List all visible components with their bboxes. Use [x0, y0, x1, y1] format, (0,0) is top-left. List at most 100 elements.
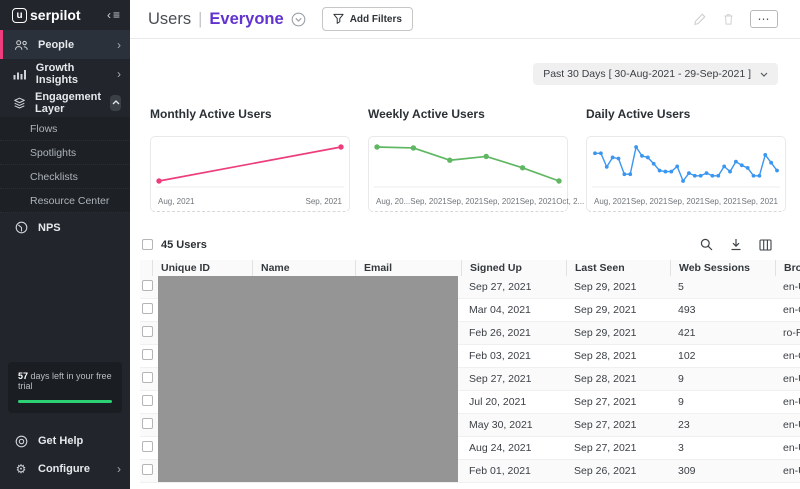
- sidebar-item-configure[interactable]: ⚙ Configure ›: [0, 455, 130, 483]
- row-checkbox[interactable]: [142, 418, 153, 429]
- last-seen-cell: Sep 27, 2021: [566, 419, 670, 431]
- web-sessions-cell: 3: [670, 442, 775, 454]
- columns-icon[interactable]: [759, 239, 772, 251]
- table-row[interactable]: [140, 483, 800, 489]
- last-seen-cell: Sep 27, 2021: [566, 396, 670, 408]
- page-title: Users | Everyone: [148, 10, 306, 29]
- signed-up-cell: Mar 04, 2021: [461, 304, 566, 316]
- title-separator: |: [198, 10, 202, 29]
- chart-title: Daily Active Users: [586, 107, 786, 121]
- users-count: 45 Users: [161, 239, 207, 251]
- sidebar-spacer: [0, 242, 130, 362]
- row-checkbox[interactable]: [142, 326, 153, 337]
- add-filters-button[interactable]: Add Filters: [322, 7, 413, 31]
- delete-trash-icon[interactable]: [722, 12, 735, 26]
- row-checkbox-cell: [140, 280, 152, 294]
- column-header-last-seen[interactable]: Last Seen: [566, 260, 670, 276]
- weekly-active-users-chart: Weekly Active Users Aug, 20...Sep, 2021S…: [368, 107, 568, 212]
- x-axis-label: Oct, 2...: [556, 197, 584, 206]
- checkbox-column-header: [140, 260, 152, 276]
- sidebar-item-nps[interactable]: NPS: [0, 213, 130, 242]
- sidebar-item-flows[interactable]: Flows: [0, 117, 130, 141]
- add-filters-label: Add Filters: [350, 14, 402, 25]
- edit-pencil-icon[interactable]: [693, 12, 707, 26]
- sidebar-item-engagement-layer[interactable]: Engagement Layer: [0, 88, 130, 117]
- sidebar-subitem-label: Spotlights: [30, 147, 76, 159]
- hamburger-menu-icon: ≡: [113, 8, 120, 22]
- last-seen-cell: Sep 26, 2021: [566, 465, 670, 477]
- layers-icon: [13, 97, 26, 109]
- sidebar-item-spotlights[interactable]: Spotlights: [0, 141, 130, 165]
- x-axis-labels: Aug, 20...Sep, 2021Sep, 2021Sep, 2021Sep…: [376, 197, 560, 206]
- row-checkbox-cell: [140, 303, 152, 317]
- browser-language-cell: en-US: [775, 373, 800, 385]
- signed-up-cell: Sep 27, 2021: [461, 281, 566, 293]
- more-options-button[interactable]: ⋯: [750, 10, 778, 28]
- x-axis-label: Sep, 2021: [447, 197, 483, 206]
- sidebar-item-label: Configure: [38, 463, 90, 475]
- sidebar-item-people[interactable]: People ›: [0, 30, 130, 59]
- sidebar-item-label: Engagement Layer: [35, 91, 101, 115]
- sidebar-item-label: NPS: [38, 222, 61, 234]
- segment-selector-label[interactable]: Everyone: [209, 10, 283, 29]
- sidebar-collapse-button[interactable]: ‹ ≡: [107, 8, 120, 22]
- last-seen-cell: Sep 29, 2021: [566, 281, 670, 293]
- gear-icon: ⚙: [13, 463, 29, 475]
- row-checkbox[interactable]: [142, 372, 153, 383]
- search-icon[interactable]: [700, 238, 713, 251]
- x-axis-label: Sep, 2021: [483, 197, 519, 206]
- topbar: Users | Everyone Add Filters ⋯: [130, 0, 800, 39]
- daily-active-users-chart: Daily Active Users Aug, 2021Sep, 2021Sep…: [586, 107, 786, 212]
- collapse-section-button[interactable]: [110, 95, 121, 111]
- gauge-icon: [13, 221, 29, 234]
- web-sessions-cell: 9: [670, 373, 775, 385]
- row-checkbox[interactable]: [142, 280, 153, 291]
- x-axis-label: Sep, 2021: [742, 197, 778, 206]
- column-header-unique-id[interactable]: Unique ID: [152, 260, 252, 276]
- column-header-name[interactable]: Name: [252, 260, 355, 276]
- select-all-checkbox[interactable]: [142, 239, 153, 250]
- signed-up-cell: Feb 26, 2021: [461, 327, 566, 339]
- web-sessions-cell: 9: [670, 396, 775, 408]
- signed-up-cell: Feb 03, 2021: [461, 350, 566, 362]
- logo-text: serpilot: [30, 7, 81, 23]
- row-checkbox-cell: [140, 464, 152, 478]
- sidebar-item-get-help[interactable]: Get Help: [0, 427, 130, 455]
- last-seen-cell: Sep 28, 2021: [566, 350, 670, 362]
- date-filter-row: Past 30 Days [ 30-Aug-2021 - 29-Sep-2021…: [130, 63, 778, 85]
- x-axis-label: Sep, 2021: [668, 197, 704, 206]
- download-icon[interactable]: [730, 238, 742, 251]
- web-sessions-cell: 5: [670, 281, 775, 293]
- last-seen-cell: Sep 29, 2021: [566, 327, 670, 339]
- chevron-down-icon: [760, 72, 768, 77]
- people-icon: [13, 39, 29, 51]
- web-sessions-cell: 309: [670, 465, 775, 477]
- line-chart-canvas: [152, 137, 348, 191]
- column-header-signed-up[interactable]: Signed Up: [461, 260, 566, 276]
- browser-language-cell: en-GB: [775, 304, 800, 316]
- segment-dropdown-icon[interactable]: [291, 12, 306, 27]
- row-checkbox-cell: [140, 326, 152, 340]
- row-checkbox[interactable]: [142, 441, 153, 452]
- help-buoy-icon: [13, 435, 29, 448]
- row-checkbox-cell: [140, 349, 152, 363]
- row-checkbox[interactable]: [142, 464, 153, 475]
- sidebar-subitem-label: Resource Center: [30, 195, 109, 207]
- x-axis-label: Sep, 2021: [410, 197, 446, 206]
- row-checkbox[interactable]: [142, 395, 153, 406]
- column-header-browser-language[interactable]: Browser Language: [775, 260, 800, 276]
- column-header-web-sessions[interactable]: Web Sessions: [670, 260, 775, 276]
- signed-up-cell: Jul 20, 2021: [461, 396, 566, 408]
- row-checkbox[interactable]: [142, 349, 153, 360]
- date-range-dropdown[interactable]: Past 30 Days [ 30-Aug-2021 - 29-Sep-2021…: [533, 63, 778, 85]
- sidebar-item-growth-insights[interactable]: Growth Insights ›: [0, 59, 130, 88]
- row-checkbox-cell: [140, 372, 152, 386]
- x-axis-label: Aug, 20...: [376, 197, 410, 206]
- column-header-email[interactable]: Email: [355, 260, 461, 276]
- browser-language-cell: ro-RO: [775, 327, 800, 339]
- x-axis-labels: Aug, 2021Sep, 2021Sep, 2021Sep, 2021Sep,…: [594, 197, 778, 206]
- web-sessions-cell: 493: [670, 304, 775, 316]
- row-checkbox[interactable]: [142, 303, 153, 314]
- sidebar-item-resource-center[interactable]: Resource Center: [0, 189, 130, 213]
- sidebar-item-checklists[interactable]: Checklists: [0, 165, 130, 189]
